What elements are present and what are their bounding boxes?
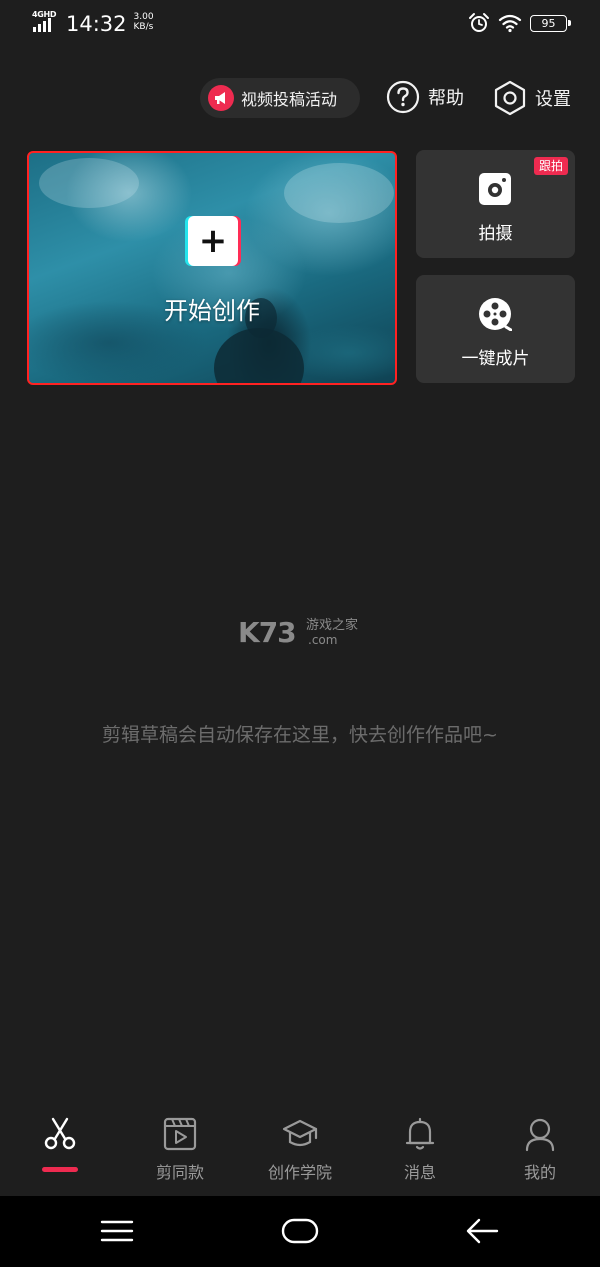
- speed-unit: KB/s: [133, 22, 154, 32]
- plus-button-graphic: +: [185, 216, 241, 266]
- person-icon: [525, 1118, 555, 1152]
- settings-label: 设置: [535, 89, 571, 110]
- help-button[interactable]: 帮助: [386, 80, 464, 114]
- watermark-main: K73: [238, 616, 297, 649]
- bell-icon: [405, 1117, 435, 1150]
- start-creating-card[interactable]: + 开始创作: [27, 151, 397, 385]
- menu-icon[interactable]: [97, 1214, 137, 1248]
- plus-icon: +: [188, 216, 238, 266]
- cellular-signal-icon: 4GHD: [32, 10, 60, 34]
- header-actions: 视频投稿活动 帮助 设置: [0, 78, 600, 118]
- back-arrow-icon[interactable]: [463, 1214, 503, 1248]
- follow-shoot-badge: 跟拍: [533, 157, 568, 175]
- megaphone-icon: [208, 85, 234, 111]
- empty-drafts-message: 剪辑草稿会自动保存在这里，快去创作作品吧~: [102, 724, 498, 746]
- graduation-cap-icon: [282, 1119, 318, 1147]
- status-time: 14:32: [66, 12, 127, 36]
- app-screen: 4GHD 14:32 3.00 KB/s 95 视频投稿活动 帮助 设置 + 开…: [0, 0, 600, 1267]
- settings-button[interactable]: 设置: [493, 80, 571, 116]
- scissors-icon: [44, 1117, 76, 1150]
- camera-label: 拍摄: [478, 224, 513, 244]
- bottom-tab-bar: 剪同款 创作学院 消息 我的: [0, 1106, 600, 1196]
- battery-level: 95: [541, 16, 556, 30]
- network-speed: 3.00 KB/s: [134, 12, 154, 32]
- video-submission-label: 视频投稿活动: [241, 90, 338, 109]
- home-button-icon[interactable]: [280, 1214, 320, 1248]
- film-reel-icon: [479, 298, 512, 331]
- one-click-video-label: 一键成片: [461, 349, 530, 369]
- tab-profile[interactable]: 我的: [480, 1106, 600, 1196]
- tab-academy-label: 创作学院: [267, 1163, 332, 1182]
- clapper-icon: [163, 1117, 197, 1151]
- tab-profile-label: 我的: [523, 1163, 556, 1182]
- speed-value: 3.00: [133, 12, 154, 22]
- status-bar: 4GHD 14:32 3.00 KB/s 95: [0, 0, 600, 48]
- camera-icon: [479, 173, 511, 205]
- tab-edit[interactable]: [0, 1106, 120, 1196]
- system-navigation-bar: [0, 1196, 600, 1267]
- wifi-icon: [498, 14, 522, 33]
- question-circle-icon: [386, 80, 420, 114]
- watermark-cn: 游戏之家: [306, 618, 359, 633]
- video-submission-button[interactable]: 视频投稿活动: [200, 78, 360, 118]
- battery-icon: 95: [530, 14, 571, 32]
- help-label: 帮助: [428, 88, 464, 109]
- hexagon-settings-icon: [494, 80, 526, 116]
- status-right: 95: [468, 12, 571, 34]
- tab-academy[interactable]: 创作学院: [240, 1106, 360, 1196]
- one-click-video-card[interactable]: 一键成片: [416, 275, 575, 383]
- start-creating-label: 开始创作: [164, 297, 260, 325]
- tab-messages[interactable]: 消息: [360, 1106, 480, 1196]
- tab-templates[interactable]: 剪同款: [120, 1106, 240, 1196]
- status-left: 4GHD 14:32 3.00 KB/s: [32, 10, 154, 38]
- tab-messages-label: 消息: [403, 1163, 436, 1182]
- watermark-com: .com: [308, 633, 338, 647]
- active-tab-indicator: [42, 1167, 78, 1172]
- camera-card[interactable]: 跟拍 拍摄: [416, 150, 575, 258]
- smoke-background-image: [39, 158, 394, 383]
- alarm-icon: [469, 13, 489, 32]
- tab-templates-label: 剪同款: [155, 1163, 204, 1182]
- k73-watermark-logo: K73 游戏之家 .com: [238, 618, 368, 652]
